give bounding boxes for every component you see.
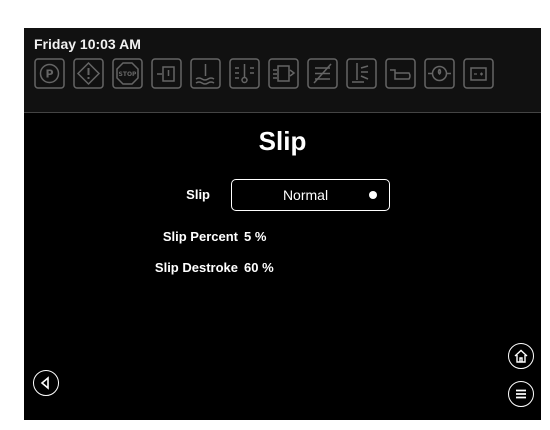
dropdown-indicator-icon bbox=[369, 191, 377, 199]
slip-label: Slip bbox=[186, 187, 210, 202]
battery-icon[interactable] bbox=[463, 58, 494, 89]
stop-icon-text: STOP bbox=[119, 71, 138, 78]
home-icon bbox=[514, 349, 528, 363]
menu-button[interactable] bbox=[508, 381, 534, 407]
display-screen: Friday 10:03 AM P STOP Slip Slip Normal … bbox=[24, 28, 541, 420]
slip-dropdown-value: Normal bbox=[282, 187, 329, 203]
exhaust-temp-icon[interactable] bbox=[346, 58, 377, 89]
indicator-icons: P STOP bbox=[34, 58, 494, 89]
header-divider bbox=[24, 112, 541, 113]
trans-temp-icon[interactable] bbox=[229, 58, 260, 89]
back-button[interactable] bbox=[33, 370, 59, 396]
back-icon bbox=[40, 376, 49, 390]
home-button[interactable] bbox=[508, 343, 534, 369]
fuel-warning-icon[interactable] bbox=[151, 58, 182, 89]
slip-destroke-value: 60 % bbox=[244, 260, 274, 275]
parking-brake-icon[interactable]: P bbox=[34, 58, 65, 89]
menu-icon bbox=[516, 389, 526, 399]
svg-text:P: P bbox=[45, 68, 53, 81]
engine-oil-icon[interactable] bbox=[385, 58, 416, 89]
stop-icon[interactable]: STOP bbox=[112, 58, 143, 89]
filter-icon[interactable] bbox=[268, 58, 299, 89]
slip-dropdown[interactable]: Normal bbox=[231, 179, 390, 211]
slip-destroke-label: Slip Destroke bbox=[154, 260, 238, 275]
slip-percent-label: Slip Percent bbox=[162, 229, 238, 244]
coolant-icon[interactable] bbox=[190, 58, 221, 89]
slip-percent-value: 5 % bbox=[244, 229, 267, 244]
warning-icon[interactable] bbox=[73, 58, 104, 89]
date-time: Friday 10:03 AM bbox=[34, 36, 141, 52]
regen-disabled-icon[interactable] bbox=[307, 58, 338, 89]
status-bar: Friday 10:03 AM P STOP bbox=[24, 28, 541, 112]
page-title: Slip bbox=[258, 126, 307, 156]
oil-pressure-icon[interactable] bbox=[424, 58, 455, 89]
